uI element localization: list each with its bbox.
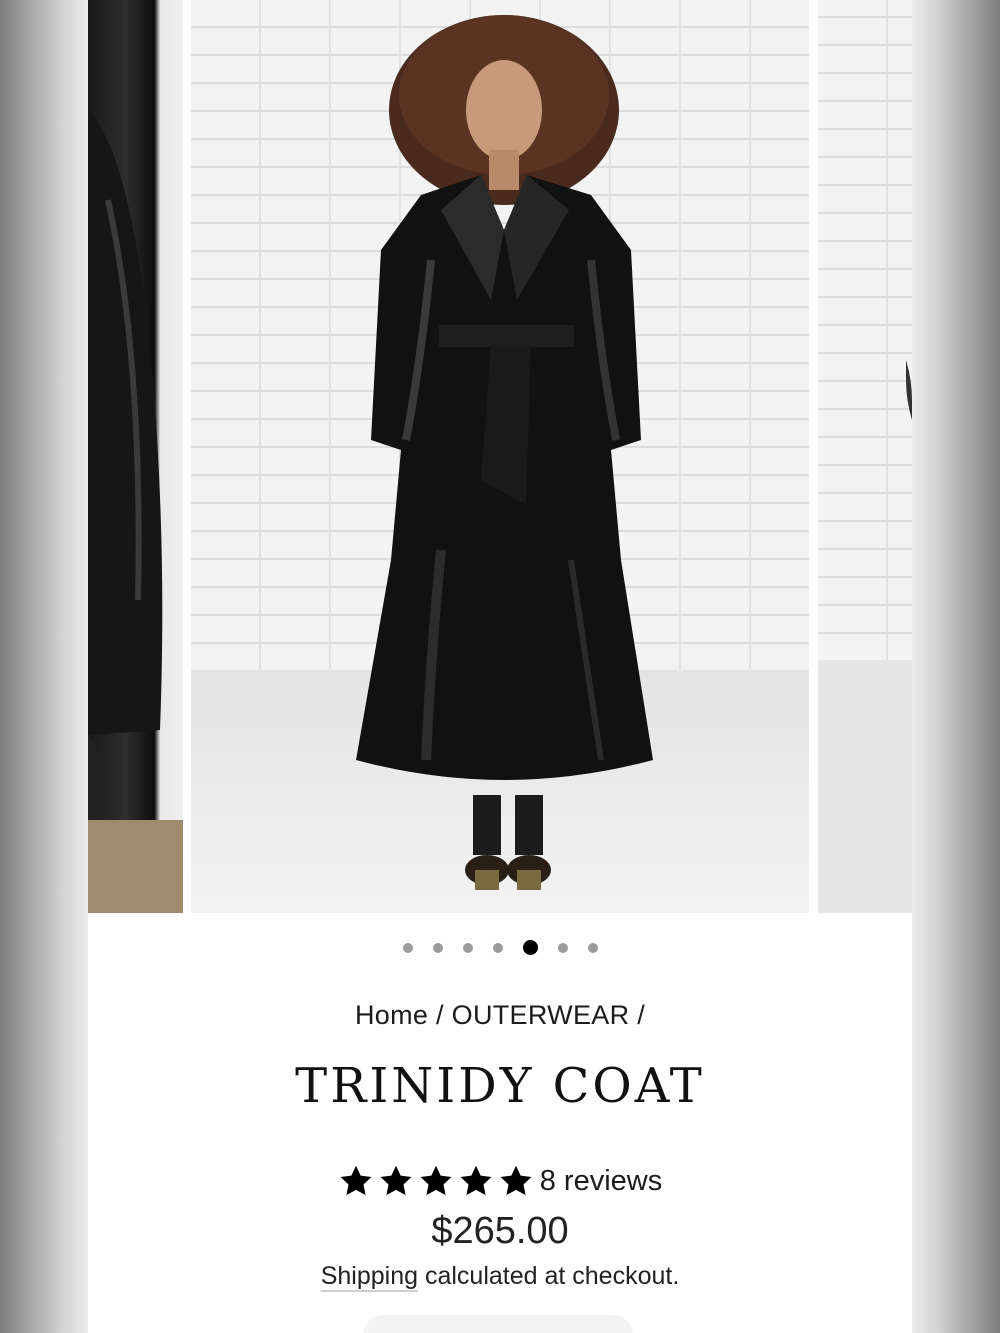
shipping-note: Shipping calculated at checkout. — [88, 1262, 912, 1291]
star-icon — [500, 1165, 532, 1196]
model-in-black-coat-image — [356, 15, 653, 890]
coat-sleeve-image — [88, 110, 183, 913]
product-rating[interactable]: 8 reviews — [88, 1163, 912, 1199]
star-icon — [340, 1165, 372, 1196]
breadcrumb-separator: / — [436, 1000, 444, 1030]
pagination-dot-active[interactable] — [522, 940, 538, 955]
gallery-slide-next[interactable] — [818, 0, 912, 913]
breadcrumb-home-link[interactable]: Home — [355, 1000, 428, 1030]
product-price: $265.00 — [431, 1210, 569, 1252]
breadcrumb: Home / OUTERWEAR / — [88, 1000, 912, 1031]
bottom-action-pill[interactable] — [363, 1315, 633, 1333]
star-icon — [420, 1165, 452, 1196]
star-icon — [460, 1165, 492, 1196]
pagination-dot[interactable] — [462, 942, 473, 953]
star-icon — [380, 1165, 412, 1196]
shipping-note-text: calculated at checkout. — [424, 1262, 680, 1290]
pagination-dot[interactable] — [432, 942, 443, 953]
gallery-pagination — [88, 940, 912, 955]
pagination-dot[interactable] — [402, 942, 413, 953]
breadcrumb-category-link[interactable]: OUTERWEAR — [452, 1000, 630, 1030]
shipping-link[interactable]: Shipping — [321, 1262, 418, 1290]
gallery-slide-current[interactable] — [191, 0, 809, 913]
pagination-dot[interactable] — [492, 942, 503, 953]
pagination-dot[interactable] — [557, 942, 568, 953]
product-page: Home / OUTERWEAR / TRINIDY COAT 8 review… — [88, 0, 912, 1333]
next-product-image — [818, 360, 912, 913]
product-title: TRINIDY COAT — [295, 1058, 705, 1114]
pagination-dot[interactable] — [587, 942, 598, 953]
reviews-link[interactable]: 8 reviews — [540, 1165, 663, 1198]
gallery-slide-previous[interactable] — [88, 0, 183, 913]
breadcrumb-separator: / — [637, 1000, 645, 1030]
